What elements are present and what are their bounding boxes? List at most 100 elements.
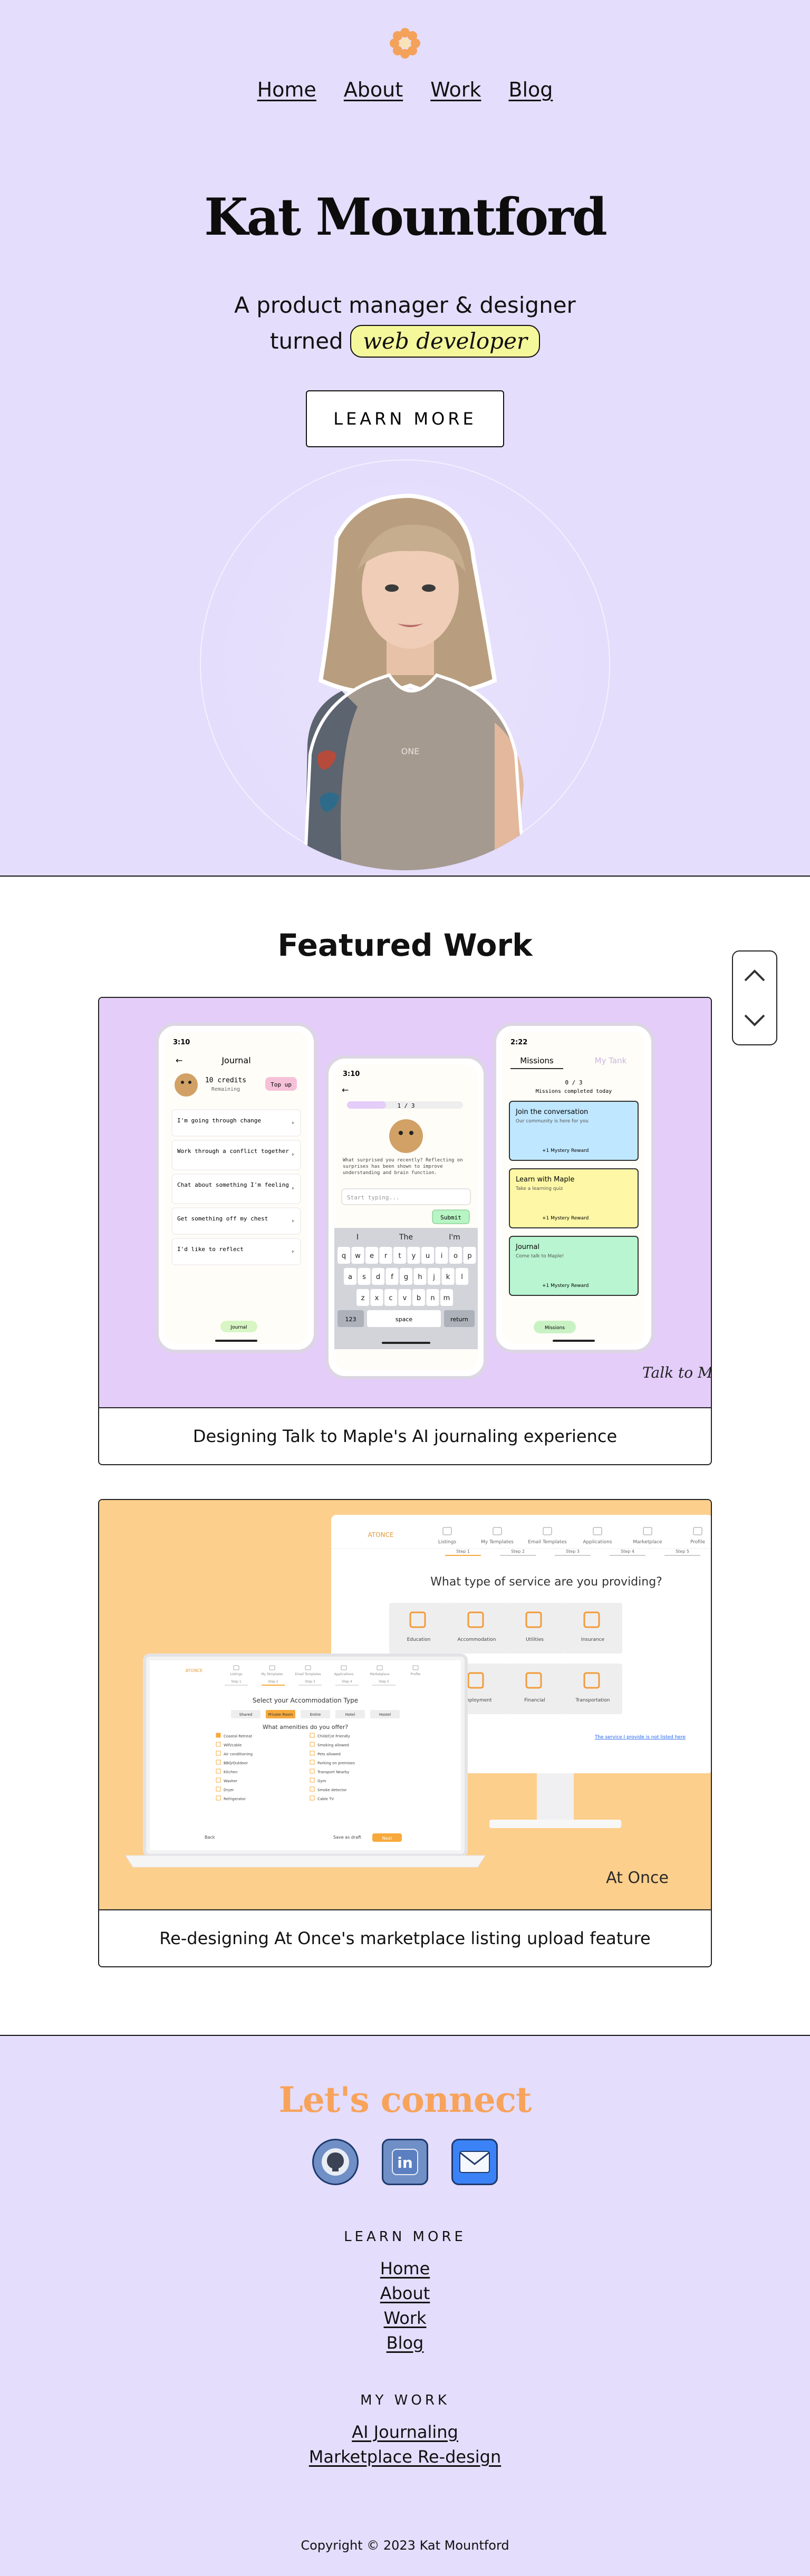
amenity-label: Air conditioning [224, 1752, 253, 1756]
phone1-title: Journal [221, 1055, 250, 1065]
chevron-down-icon[interactable] [743, 1013, 766, 1029]
laptop-tab-2[interactable]: Email Templates [295, 1673, 321, 1676]
key-label: m [443, 1294, 450, 1302]
amenity-checkbox[interactable] [310, 1733, 315, 1738]
laptop-tab-0[interactable]: Listings [230, 1673, 243, 1676]
github-icon[interactable] [312, 2139, 359, 2185]
footer-home-link[interactable]: Home [380, 2256, 430, 2281]
linkedin-icon[interactable]: in [382, 2139, 428, 2185]
amenity-checkbox[interactable] [310, 1751, 315, 1756]
key-label: w [355, 1252, 361, 1260]
phone1-item-4: Get something off my chest [177, 1215, 268, 1222]
laptop-step-bar [225, 1685, 248, 1686]
laptop-step-3: Step 4 [342, 1680, 352, 1684]
tagline-prefix: turned [269, 328, 343, 354]
amenity-checkbox[interactable] [310, 1795, 315, 1801]
footer-ai-journaling-link[interactable]: AI Journaling [352, 2420, 458, 2445]
amenity-checkbox[interactable] [310, 1786, 315, 1792]
key-label: d [376, 1273, 380, 1281]
amenity-checkbox[interactable] [216, 1760, 221, 1765]
kbd-suggest-2[interactable]: The [399, 1233, 413, 1242]
featured-work-section: Featured Work 3:10 ← Journal 10 credits … [0, 877, 810, 2036]
laptop-tab-5[interactable]: Profile [411, 1673, 421, 1676]
amenity-checkbox[interactable] [216, 1795, 221, 1801]
mission-1-subtitle: Our community is here for you [516, 1119, 589, 1124]
category-tile[interactable] [505, 1664, 564, 1714]
category-tile[interactable] [563, 1603, 622, 1654]
amenity-checkbox[interactable] [216, 1786, 221, 1792]
phone3-tab-mytank[interactable]: My Tank [595, 1056, 627, 1065]
monitor-tab-4[interactable]: Marketplace [633, 1540, 662, 1545]
amenity-checkbox[interactable] [216, 1751, 221, 1756]
key-label: c [389, 1294, 392, 1302]
mission-2-subtitle: Take a learning quiz [515, 1186, 563, 1191]
mission-3-title: Journal [515, 1243, 539, 1251]
footer-marketplace-link[interactable]: Marketplace Re-design [309, 2445, 501, 2469]
email-icon[interactable] [451, 2139, 498, 2185]
svg-text:in: in [397, 2154, 413, 2171]
key-label: l [461, 1273, 463, 1281]
monitor-brand: ATONCE [368, 1531, 394, 1539]
monitor-step-2: Step 3 [566, 1549, 580, 1554]
amenity-checkbox[interactable] [216, 1733, 221, 1738]
laptop-back[interactable]: Back [205, 1835, 215, 1840]
monitor-help-link[interactable]: The service I provide is not listed here [594, 1735, 686, 1740]
monitor-tab-5[interactable]: Profile [690, 1540, 705, 1545]
flower-logo-icon[interactable] [388, 26, 422, 60]
category-tile[interactable] [447, 1603, 506, 1654]
laptop-tab-4[interactable]: Marketplace [370, 1673, 390, 1676]
footer-about-link[interactable]: About [380, 2281, 430, 2306]
laptop-tab-1[interactable]: My Templates [261, 1673, 283, 1676]
phone2-input[interactable]: Start typing... [347, 1194, 399, 1201]
monitor-tab-2[interactable]: Email Templates [528, 1540, 567, 1545]
phone3-tab-missions[interactable]: Missions [520, 1056, 554, 1065]
laptop-step-0: Step 1 [231, 1680, 242, 1684]
amenity-label: Child/Cot Friendly [317, 1734, 350, 1738]
laptop-step-bar [372, 1685, 396, 1686]
amenity-checkbox[interactable] [310, 1777, 315, 1783]
hero-section: Home About Work Blog Kat Mountford A pro… [0, 0, 810, 877]
footer-blog-link[interactable]: Blog [387, 2331, 424, 2356]
amenity-checkbox[interactable] [216, 1742, 221, 1747]
category-tile[interactable] [389, 1603, 448, 1654]
category-tile[interactable] [563, 1664, 622, 1714]
amenity-checkbox[interactable] [310, 1768, 315, 1774]
nav-home-link[interactable]: Home [257, 78, 316, 101]
amenity-label: Cable TV [317, 1797, 334, 1801]
kbd-suggest-1[interactable]: I [356, 1233, 359, 1242]
project-card-marketplace[interactable]: ATONCE Listings My Templates Email Templat… [98, 1499, 712, 1967]
phone1-time: 3:10 [173, 1039, 190, 1046]
chevron-up-icon[interactable] [743, 967, 766, 983]
mission-3-reward: +1 Mystery Reward [542, 1283, 589, 1289]
mission-2-title: Learn with Maple [516, 1176, 574, 1184]
svg-text:←: ← [342, 1085, 349, 1095]
project-card-ai-journaling[interactable]: 3:10 ← Journal 10 credits Remaining Top … [98, 997, 712, 1465]
hero-name: Kat Mountford [204, 187, 608, 247]
nav-about-link[interactable]: About [344, 78, 403, 101]
key-label: a [348, 1273, 352, 1281]
footer-work-link[interactable]: Work [383, 2306, 426, 2331]
category-tile[interactable] [505, 1603, 564, 1654]
laptop-tab-3[interactable]: Applications [334, 1673, 354, 1676]
kbd-suggest-3[interactable]: I'm [449, 1233, 460, 1242]
monitor-tab-3[interactable]: Applications [583, 1540, 612, 1545]
mission-2-reward: +1 Mystery Reward [542, 1216, 589, 1221]
monitor-tab-1[interactable]: My Templates [481, 1540, 514, 1545]
laptop-step-2: Step 3 [305, 1680, 315, 1684]
learn-more-button[interactable]: LEARN MORE [306, 390, 504, 447]
amenity-checkbox[interactable] [310, 1760, 315, 1765]
amenity-checkbox[interactable] [216, 1777, 221, 1783]
monitor-tab-0[interactable]: Listings [438, 1540, 457, 1545]
laptop-step-bar [335, 1685, 359, 1686]
monitor-question: What type of service are you providing? [430, 1575, 662, 1589]
amenity-checkbox[interactable] [310, 1742, 315, 1747]
laptop-next[interactable]: Next [382, 1836, 392, 1841]
amenity-checkbox[interactable] [216, 1768, 221, 1774]
amenity-label: Smoke detector [317, 1788, 347, 1792]
nav-work-link[interactable]: Work [430, 78, 481, 101]
monitor-step-bar [555, 1555, 591, 1556]
nav-blog-link[interactable]: Blog [508, 78, 553, 101]
laptop-save-draft[interactable]: Save as draft [333, 1835, 361, 1840]
phone2-submit[interactable]: Submit [440, 1214, 461, 1221]
category-label: Education [407, 1637, 431, 1642]
